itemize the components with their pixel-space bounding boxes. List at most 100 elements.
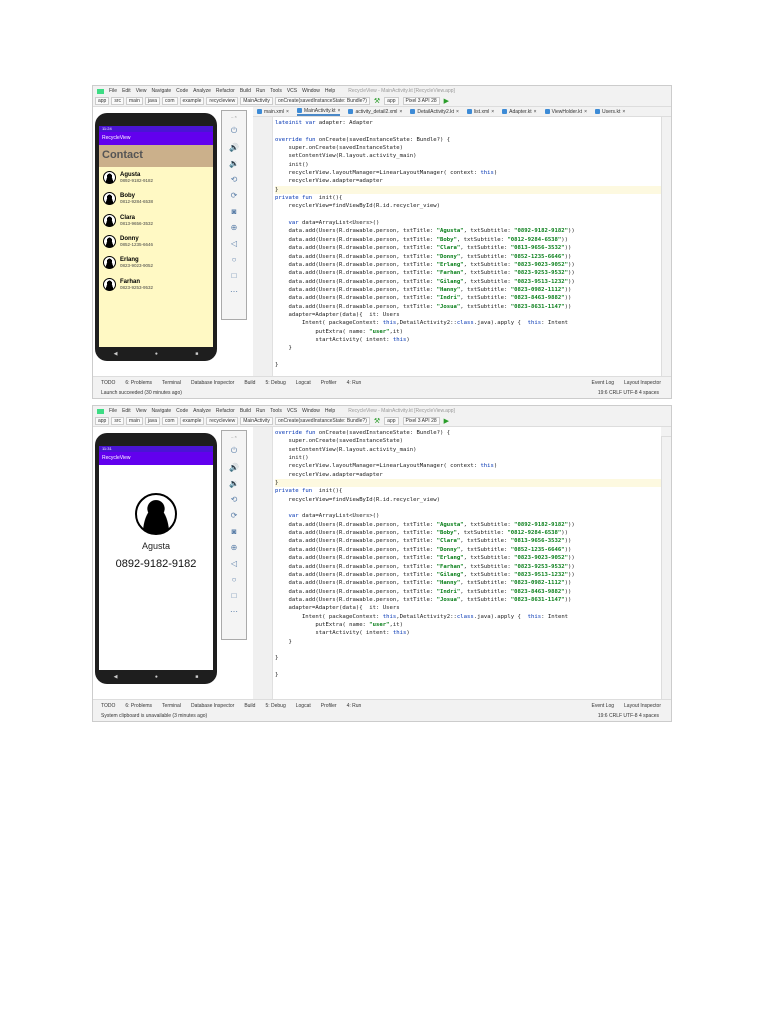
layout-inspector-button[interactable]: Layout Inspector <box>624 380 661 386</box>
tool-window-button[interactable]: Database Inspector <box>191 703 234 709</box>
tool-window-button[interactable]: 6: Problems <box>125 380 152 386</box>
tool-window-button[interactable]: Terminal <box>162 703 181 709</box>
breadcrumb-item[interactable]: onCreate(savedInstanceState: Bundle?) <box>274 97 370 105</box>
close-tab-icon[interactable]: × <box>399 109 402 115</box>
back-icon[interactable]: ◁ <box>231 559 237 568</box>
code-editor[interactable]: override fun onCreate(savedInstanceState… <box>253 427 661 699</box>
overview-icon[interactable]: □ <box>232 591 237 600</box>
breadcrumb-item[interactable]: main <box>126 417 143 425</box>
breadcrumb-item[interactable]: src <box>111 97 125 105</box>
camera-icon[interactable]: ◙ <box>232 527 237 536</box>
menu-item[interactable]: Navigate <box>151 408 171 414</box>
run-icon[interactable]: ▶ <box>444 97 449 105</box>
home-icon[interactable]: ○ <box>232 255 237 264</box>
close-tab-icon[interactable]: × <box>286 109 289 115</box>
menu-item[interactable]: Help <box>325 408 335 414</box>
menu-item[interactable]: Build <box>240 408 251 414</box>
menu-item[interactable]: Run <box>256 88 265 94</box>
editor-tab[interactable]: main.xml × <box>257 109 289 115</box>
power-icon[interactable]: ⏻ <box>231 446 237 456</box>
zoom-icon[interactable]: ⊕ <box>231 223 238 232</box>
close-tab-icon[interactable]: × <box>491 109 494 115</box>
layout-inspector-button[interactable]: Layout Inspector <box>624 703 661 709</box>
contact-item[interactable]: Farhan 0823-9253-9532 <box>99 273 213 294</box>
breadcrumb-item[interactable]: recycleview <box>206 417 239 425</box>
event-log-button[interactable]: Event Log <box>592 380 615 386</box>
contact-item[interactable]: Boby 0812-9284-6538 <box>99 188 213 209</box>
breadcrumb-item[interactable]: com <box>162 97 178 105</box>
breadcrumb-item[interactable]: MainActivity <box>240 417 273 425</box>
breadcrumb-item[interactable]: java <box>144 417 161 425</box>
menu-item[interactable]: Code <box>176 408 188 414</box>
menu-item[interactable]: Run <box>256 408 265 414</box>
volume-down-icon[interactable]: 🔉 <box>229 159 239 168</box>
menu-item[interactable]: View <box>136 408 147 414</box>
contact-item[interactable]: Clara 0813-9656-3532 <box>99 210 213 231</box>
volume-down-icon[interactable]: 🔉 <box>229 479 239 488</box>
editor-tab[interactable]: activity_detail2.xml × <box>348 109 402 115</box>
tool-window-button[interactable]: 4: Run <box>347 380 362 386</box>
menu-item[interactable]: Window <box>302 88 320 94</box>
close-tab-icon[interactable]: × <box>584 109 587 115</box>
run-config-select[interactable]: app <box>384 417 399 425</box>
menu-item[interactable]: File <box>109 408 117 414</box>
menu-item[interactable]: Navigate <box>151 88 171 94</box>
more-icon[interactable]: ⋯ <box>230 287 238 296</box>
tool-window-button[interactable]: Logcat <box>296 380 311 386</box>
menu-item[interactable]: Tools <box>270 408 282 414</box>
breadcrumb-item[interactable]: example <box>179 417 205 425</box>
tool-window-button[interactable]: 5: Debug <box>265 703 285 709</box>
menu-item[interactable]: VCS <box>287 408 297 414</box>
menu-item[interactable]: Edit <box>122 88 131 94</box>
window-controls[interactable]: – × <box>231 114 237 119</box>
home-icon[interactable]: ○ <box>232 575 237 584</box>
breadcrumb-item[interactable]: onCreate(savedInstanceState: Bundle?) <box>274 417 370 425</box>
menu-item[interactable]: VCS <box>287 88 297 94</box>
menu-item[interactable]: Analyze <box>193 88 211 94</box>
overview-icon[interactable]: □ <box>232 271 237 280</box>
breadcrumb-item[interactable]: app <box>95 97 110 105</box>
contact-item[interactable]: Donny 0852-1235-6646 <box>99 231 213 252</box>
close-tab-icon[interactable]: × <box>338 108 341 114</box>
menu-item[interactable]: Tools <box>270 88 282 94</box>
hammer-icon[interactable]: ⚒ <box>374 97 380 105</box>
event-log-button[interactable]: Event Log <box>592 703 615 709</box>
home-icon[interactable]: ● <box>155 674 158 680</box>
tool-window-button[interactable]: Profiler <box>321 703 337 709</box>
editor-tab[interactable]: list.xml× <box>466 109 494 115</box>
breadcrumb-item[interactable]: java <box>144 97 161 105</box>
tool-window-button[interactable]: Database Inspector <box>191 380 234 386</box>
volume-up-icon[interactable]: 🔊 <box>229 143 239 152</box>
breadcrumb-item[interactable]: main <box>126 97 143 105</box>
back-icon[interactable]: ◁ <box>231 239 237 248</box>
breadcrumb-item[interactable]: MainActivity <box>240 97 273 105</box>
power-icon[interactable]: ⏻ <box>231 126 237 136</box>
menu-item[interactable]: Build <box>240 88 251 94</box>
contact-item[interactable]: Agusta 0892-9182-9182 <box>99 167 213 188</box>
contact-item[interactable]: Erlang 0823-9023-9052 <box>99 252 213 273</box>
recents-icon[interactable]: ■ <box>195 674 198 680</box>
menu-item[interactable]: Help <box>325 88 335 94</box>
menu-item[interactable]: File <box>109 88 117 94</box>
editor-tab[interactable]: ViewHolder.kt× <box>544 109 587 115</box>
tool-window-button[interactable]: Build <box>244 703 255 709</box>
tool-window-button[interactable]: Logcat <box>296 703 311 709</box>
breadcrumb-item[interactable]: com <box>162 417 178 425</box>
home-icon[interactable]: ● <box>155 351 158 357</box>
rotate-left-icon[interactable]: ⟲ <box>231 175 238 184</box>
close-tab-icon[interactable]: × <box>622 109 625 115</box>
menu-item[interactable]: View <box>136 88 147 94</box>
recents-icon[interactable]: ■ <box>195 351 198 357</box>
close-tab-icon[interactable]: × <box>456 109 459 115</box>
editor-tab[interactable]: DetailActivity2.kt × <box>410 109 459 115</box>
close-tab-icon[interactable]: × <box>534 109 537 115</box>
menu-item[interactable]: Edit <box>122 408 131 414</box>
code-editor[interactable]: lateinit var adapter: Adapter override fu… <box>253 117 661 376</box>
volume-up-icon[interactable]: 🔊 <box>229 463 239 472</box>
device-select[interactable]: Pixel 3 API 28 <box>402 417 440 425</box>
tool-window-button[interactable]: Profiler <box>321 380 337 386</box>
tool-window-button[interactable]: TODO <box>101 703 115 709</box>
editor-tab[interactable]: Users.kt× <box>595 109 625 115</box>
menu-item[interactable]: Analyze <box>193 408 211 414</box>
zoom-icon[interactable]: ⊕ <box>231 543 238 552</box>
